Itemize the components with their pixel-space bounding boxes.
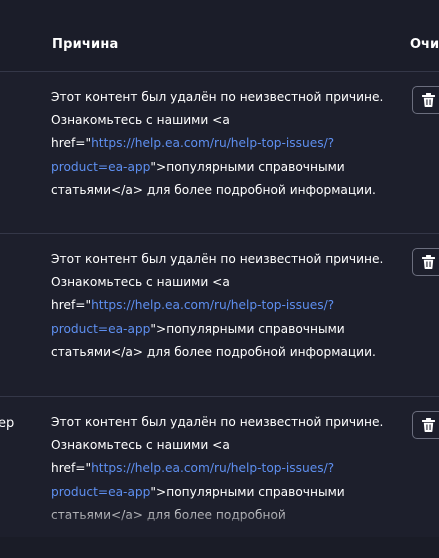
delete-button[interactable]: [412, 411, 439, 439]
reason-text: Этот контент был удалён по неизвестной п…: [51, 248, 387, 364]
trash-icon: [422, 93, 435, 107]
table-row: ер Этот контент был удалён по неизвестно…: [0, 397, 439, 538]
trash-icon: [422, 255, 435, 269]
bottom-bar: [0, 537, 439, 558]
trash-icon: [422, 418, 435, 432]
delete-button[interactable]: [412, 248, 439, 276]
blocked-content-table: Причина Очи Этот контент был удалён по н…: [0, 0, 439, 558]
column-header-reason: Причина: [52, 37, 119, 52]
table-header: Причина Очи: [0, 0, 439, 72]
row-left-text: ер: [0, 416, 15, 431]
column-header-clear: Очи: [410, 37, 439, 52]
table-row: Этот контент был удалён по неизвестной п…: [0, 72, 439, 234]
table-row: Этот контент был удалён по неизвестной п…: [0, 234, 439, 397]
reason-text: Этот контент был удалён по неизвестной п…: [51, 411, 387, 527]
reason-text: Этот контент был удалён по неизвестной п…: [51, 86, 387, 202]
delete-button[interactable]: [412, 86, 439, 114]
